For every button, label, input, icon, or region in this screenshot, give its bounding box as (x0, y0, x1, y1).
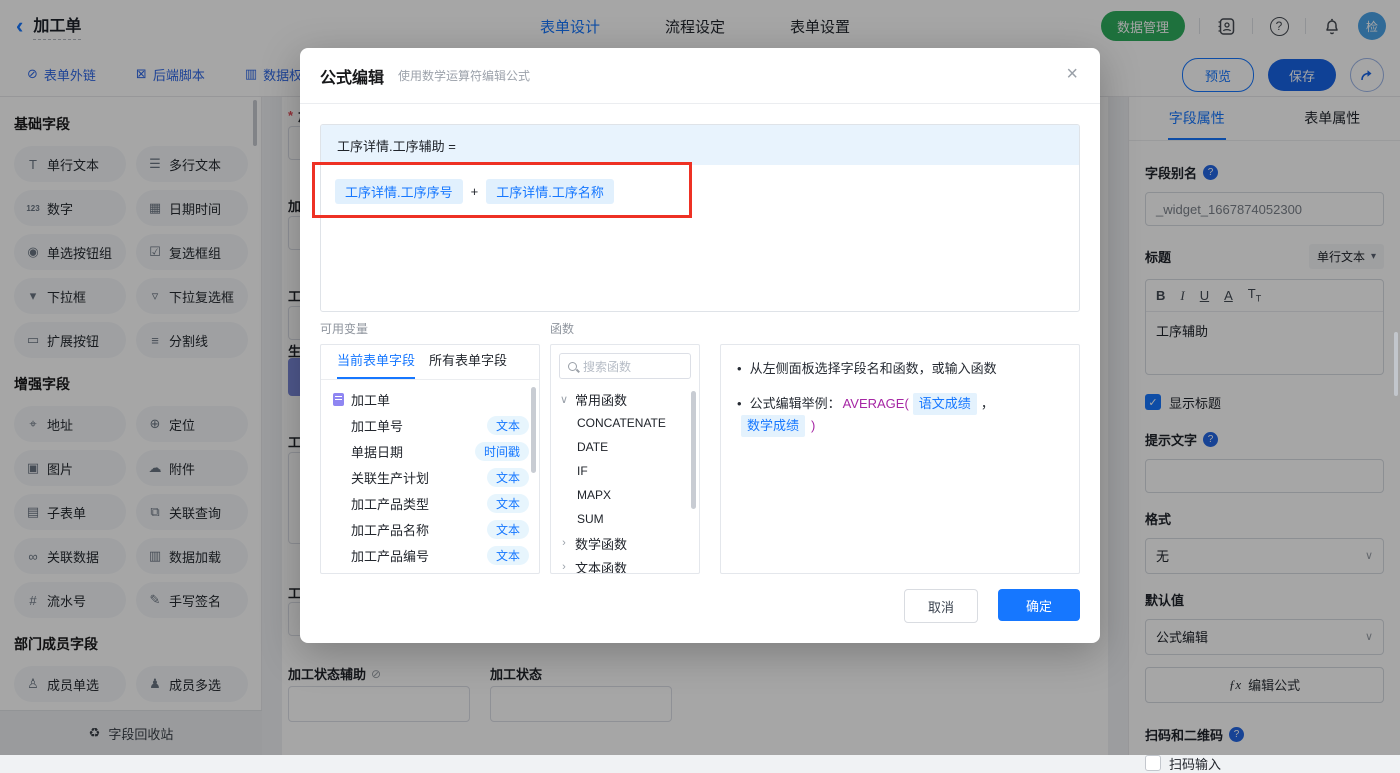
variable-field[interactable]: 加工产品类型 文本 (321, 490, 539, 516)
function-group-label: 常用函数 (575, 390, 627, 409)
variable-name: 单据日期 (351, 442, 403, 461)
function-group-expanded[interactable]: ∨ 常用函数 (551, 387, 699, 411)
modal-title: 公式编辑 (320, 64, 384, 88)
formula-target: 工序详情.工序辅助 = (321, 125, 1079, 165)
tab-all-form-fields[interactable]: 所有表单字段 (429, 345, 507, 377)
variables-scrollbar[interactable] (531, 387, 536, 473)
hint-line: 从左侧面板选择字段名和函数，或输入函数 (737, 359, 1063, 379)
function-item[interactable]: CONCATENATE (551, 411, 699, 435)
variable-field[interactable]: 加工单号 文本 (321, 412, 539, 438)
function-item[interactable]: DATE (551, 435, 699, 459)
function-group-collapsed[interactable]: › 文本函数 (551, 555, 699, 574)
formula-edit-modal: 公式编辑 使用数学运算符编辑公式 × 工序详情.工序辅助 = 工序详情.工序序号… (300, 48, 1100, 643)
field-type-tag: 时间戳 (475, 442, 529, 461)
form-node[interactable]: 加工单 (321, 386, 539, 412)
formula-token[interactable]: 工序详情.工序名称 (486, 179, 614, 204)
functions-label: 函数 (550, 320, 574, 337)
form-icon (333, 393, 344, 406)
search-placeholder: 搜索函数 (583, 358, 631, 375)
formula-operator[interactable]: + (471, 184, 479, 199)
variable-name: 加工产品名称 (351, 520, 429, 539)
formula-token[interactable]: 工序详情.工序序号 (335, 179, 463, 204)
close-icon[interactable]: × (1066, 64, 1078, 84)
function-group-label: 数学函数 (575, 534, 627, 553)
checkbox-empty-icon (1145, 755, 1161, 771)
variable-name: 关联生产计划 (351, 468, 429, 487)
variable-field[interactable]: 加工产品编号 文本 (321, 542, 539, 568)
hints-panel: 从左侧面板选择字段名和函数，或输入函数 公式编辑举例： AVERAGE( 语文成… (720, 344, 1080, 574)
variable-field[interactable]: 关联生产计划 文本 (321, 464, 539, 490)
field-type-tag: 文本 (487, 520, 529, 539)
example-field-chip: 语文成绩 (913, 393, 977, 415)
modal-subtitle: 使用数学运算符编辑公式 (398, 67, 530, 84)
field-type-tag: 文本 (487, 494, 529, 513)
function-group-collapsed[interactable]: › 数学函数 (551, 531, 699, 555)
example-field-chip: 数学成绩 (741, 415, 805, 437)
window-scrollbar[interactable] (1394, 332, 1398, 396)
tab-current-form-fields[interactable]: 当前表单字段 (337, 345, 415, 379)
variable-name: 加工产品类型 (351, 494, 429, 513)
variables-label: 可用变量 (320, 320, 368, 337)
function-item[interactable]: SUM (551, 507, 699, 531)
variables-panel: 当前表单字段 所有表单字段 加工单 加工单号文本单据日期时间戳关联生产计划文本加… (320, 344, 540, 574)
formula-editor[interactable]: 工序详情.工序辅助 = 工序详情.工序序号 + 工序详情.工序名称 (320, 124, 1080, 312)
functions-scrollbar[interactable] (691, 391, 696, 509)
variable-field[interactable]: 单据日期 时间戳 (321, 438, 539, 464)
field-type-tag: 文本 (487, 546, 529, 565)
chevron-right-icon: › (559, 561, 569, 573)
field-type-tag: 文本 (487, 416, 529, 435)
hint-line: 公式编辑举例： AVERAGE( 语文成绩 ， 数学成绩 ) (737, 393, 1063, 437)
function-search-input[interactable]: 搜索函数 (559, 353, 691, 379)
variable-name: 加工产品编号 (351, 546, 429, 565)
confirm-button[interactable]: 确定 (998, 589, 1080, 621)
variable-field[interactable]: 加工产品名称 文本 (321, 516, 539, 542)
function-item[interactable]: MAPX (551, 483, 699, 507)
functions-panel: 搜索函数 ∨常用函数CONCATENATEDATEIFMAPXSUM›数学函数›… (550, 344, 700, 574)
variable-name: 加工单号 (351, 416, 403, 435)
chevron-down-icon: ∨ (559, 393, 569, 406)
function-group-label: 文本函数 (575, 558, 627, 575)
field-type-tag: 文本 (487, 468, 529, 487)
search-icon (568, 362, 577, 371)
chevron-right-icon: › (559, 537, 569, 549)
function-item[interactable]: IF (551, 459, 699, 483)
cancel-button[interactable]: 取消 (904, 589, 978, 623)
scan-input-checkbox[interactable]: 扫码输入 (1145, 754, 1384, 773)
